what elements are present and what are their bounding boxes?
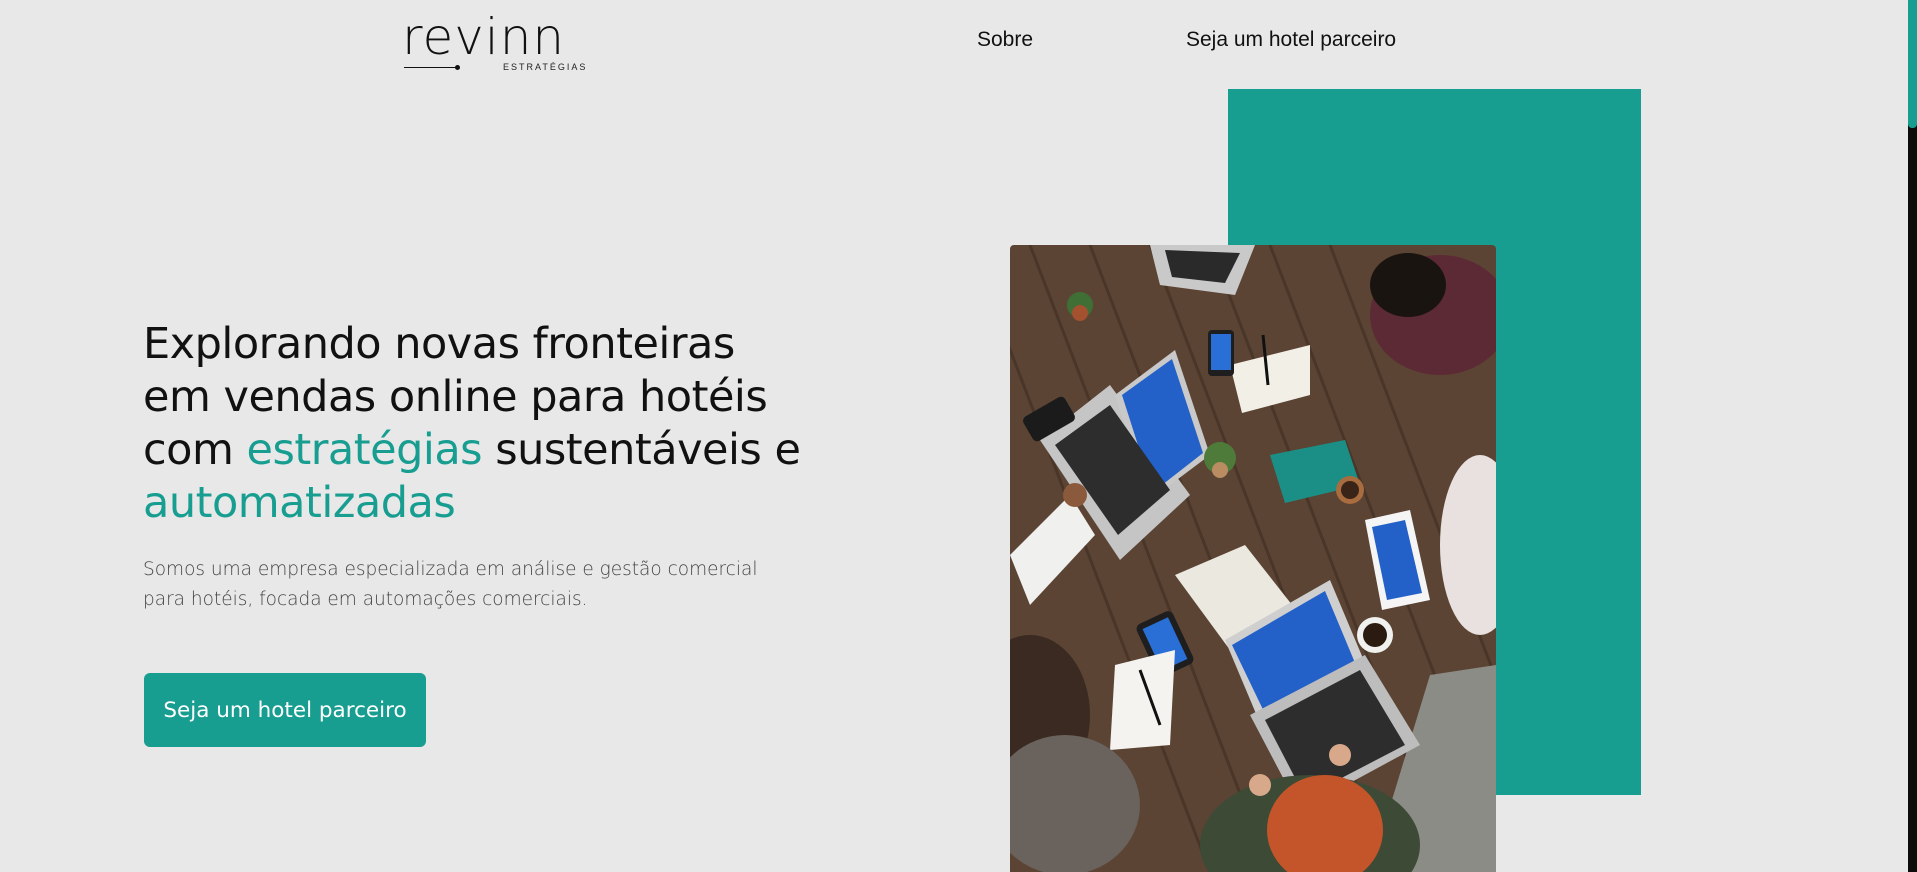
team-meeting-photo [1010, 245, 1496, 872]
hero-title-accent-strategies: estratégias [246, 425, 483, 475]
nav-link-hotel-partner[interactable]: Seja um hotel parceiro [1186, 28, 1396, 52]
hero-description: Somos uma empresa especializada em análi… [143, 559, 758, 610]
logo-wordmark: revinn [402, 8, 566, 66]
brand-logo[interactable]: revinn ESTRATÉGIAS [402, 10, 585, 74]
hero-title: Explorando novas fronteiras em vendas on… [143, 318, 803, 530]
logo-dot [455, 65, 460, 70]
hero-title-accent-automated: automatizadas [143, 478, 456, 528]
scrollbar-thumb[interactable] [1908, 0, 1917, 128]
logo-tagline: ESTRATÉGIAS [503, 62, 588, 72]
hero-title-text-2: sustentáveis e [482, 425, 801, 475]
cta-hotel-partner-button[interactable]: Seja um hotel parceiro [144, 673, 426, 747]
nav-link-sobre[interactable]: Sobre [977, 28, 1033, 52]
page-scrollbar[interactable] [1908, 0, 1917, 872]
logo-line [404, 67, 456, 68]
